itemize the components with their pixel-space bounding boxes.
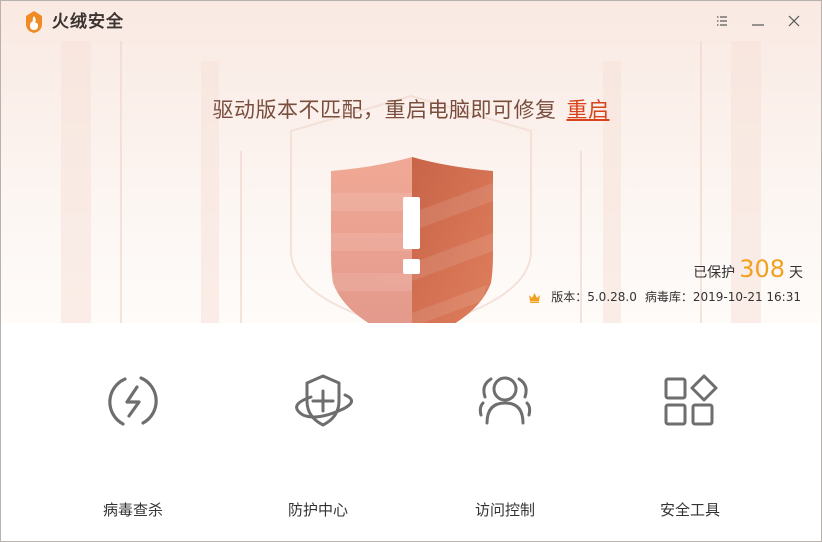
protection-days-count: 308 xyxy=(739,255,785,283)
app-title: 火绒安全 xyxy=(52,12,124,32)
app-grid-icon xyxy=(664,374,718,426)
title-bar: 火绒安全 xyxy=(1,1,821,43)
menu-icon[interactable] xyxy=(714,13,730,29)
tile-label: 病毒查杀 xyxy=(102,501,163,519)
crown-icon xyxy=(529,292,541,303)
tile-label: 防护中心 xyxy=(287,501,348,519)
restart-link[interactable]: 重启 xyxy=(567,98,610,122)
virus-db-label: 病毒库：2019-10-21 16:31 xyxy=(644,290,801,304)
status-hero: 火绒安全 驱动版本不匹配，重启电脑即可修复 重启 已保护 308 天 版本：5.… xyxy=(1,1,821,323)
version-label: 版本：5.0.28.0 xyxy=(551,290,637,304)
shield-orbit-icon xyxy=(295,374,353,427)
tile-label: 访问控制 xyxy=(474,501,535,519)
feature-tiles: 病毒查杀 防护中心 访问控制 安全工具 xyxy=(1,323,821,541)
app-window: 火绒安全 驱动版本不匹配，重启电脑即可修复 重启 已保护 308 天 版本：5.… xyxy=(0,0,822,542)
huorong-logo-icon xyxy=(26,11,42,33)
tile-virus-scan[interactable]: 病毒查杀 xyxy=(58,363,208,519)
protection-days: 已保护 308 天 xyxy=(693,255,803,283)
tile-access-control[interactable]: 访问控制 xyxy=(430,363,580,519)
status-message: 驱动版本不匹配，重启电脑即可修复 xyxy=(212,98,557,122)
tile-label: 安全工具 xyxy=(659,501,720,519)
tile-protection-center[interactable]: 防护中心 xyxy=(243,363,393,519)
status-message-line: 驱动版本不匹配，重启电脑即可修复 重启 xyxy=(1,95,821,125)
tile-security-tools[interactable]: 安全工具 xyxy=(615,363,765,519)
lightning-circle-icon xyxy=(108,376,158,426)
warning-shield-icon xyxy=(331,157,493,323)
minimize-icon[interactable] xyxy=(750,13,766,29)
users-icon xyxy=(478,376,532,425)
close-icon[interactable] xyxy=(786,13,802,29)
version-info: 版本：5.0.28.0 病毒库：2019-10-21 16:31 xyxy=(528,289,801,305)
